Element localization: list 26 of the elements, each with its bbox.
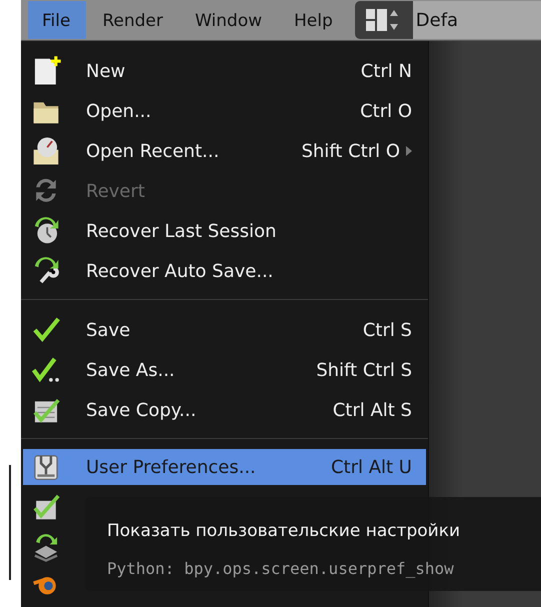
menu-item[interactable]: Save As... Shift Ctrl S (23, 350, 426, 390)
shortcut: Ctrl O (360, 100, 412, 122)
menu-item[interactable]: Save Copy... Ctrl Alt S (23, 390, 426, 430)
submenu-arrow-icon (406, 146, 412, 156)
shortcut: Ctrl Alt U (330, 456, 412, 478)
menu-item[interactable]: Open... Ctrl O (23, 91, 426, 131)
menu-item[interactable]: Open Recent... Shift Ctrl O (23, 131, 426, 171)
shortcut: Shift Ctrl O (301, 140, 400, 162)
folder-clock-icon (31, 135, 61, 167)
menu-title[interactable]: Help (278, 1, 349, 39)
shortcut: Ctrl Alt S (332, 400, 412, 420)
menu-item[interactable]: Recover Auto Save... (23, 251, 426, 291)
menu-item[interactable]: Save Ctrl S (23, 310, 426, 350)
menu-item[interactable]: New Ctrl N (23, 51, 426, 91)
menu-title[interactable]: Render (86, 1, 179, 39)
shortcut: Shift Ctrl S (316, 360, 412, 380)
shortcut: Ctrl N (360, 60, 412, 82)
layout-selector[interactable] (354, 1, 413, 39)
shortcut: Ctrl S (362, 320, 412, 340)
menu-item[interactable]: Recover Last Session (23, 211, 426, 251)
menu-title[interactable]: File (28, 1, 86, 39)
menu-title[interactable]: Window (178, 1, 278, 39)
menu-item[interactable]: User Preferences... Ctrl Alt U (23, 449, 426, 485)
layout-name-field[interactable]: Defa (412, 1, 541, 39)
tooltip-title: Показать пользовательские настройки (107, 521, 462, 541)
tooltip-python: Python: bpy.ops.screen.userpref_show (107, 559, 455, 578)
